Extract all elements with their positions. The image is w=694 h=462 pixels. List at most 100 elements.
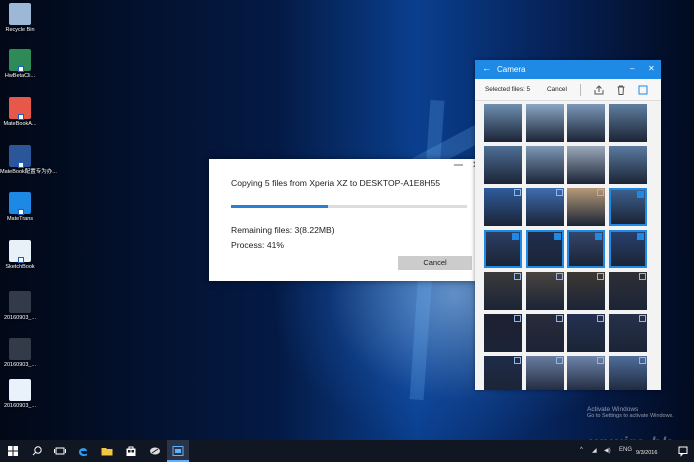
process-percent-text: Process: 41% [231, 240, 285, 250]
photo-thumbnail[interactable] [567, 188, 605, 226]
checked-checkbox-icon[interactable] [595, 233, 602, 240]
share-icon[interactable] [593, 84, 605, 96]
desktop-icon-label: MateBook配置专为办... [0, 169, 57, 175]
photo-thumbnail[interactable] [484, 230, 522, 268]
checkbox-icon[interactable] [597, 357, 604, 364]
app-icon[interactable] [148, 444, 162, 458]
clock[interactable]: 9/3/2016 [636, 443, 657, 457]
checkbox-icon[interactable] [514, 357, 521, 364]
checkbox-icon[interactable] [638, 273, 646, 280]
back-arrow-icon[interactable]: ← [482, 63, 491, 73]
desktop-icon-label: Recycle Bin [5, 27, 35, 33]
notifications-icon[interactable] [676, 444, 690, 458]
desktop-icon[interactable]: 20160903_... [0, 291, 40, 322]
shortcut-arrow-icon [18, 209, 24, 215]
desktop-icon-label: 20160903_... [3, 362, 37, 368]
word-document-icon [9, 145, 31, 168]
copy-progress-dialog: ✕ Copying 5 files from Xperia XZ to DESK… [209, 159, 484, 281]
photo-thumbnail[interactable] [525, 104, 564, 142]
minimize-icon[interactable] [452, 159, 466, 169]
photo-thumbnail[interactable] [567, 314, 605, 352]
checkbox-icon[interactable] [555, 189, 563, 196]
photo-thumbnail[interactable] [567, 146, 605, 184]
photo-thumbnail[interactable] [484, 272, 522, 310]
photo-thumbnail[interactable] [484, 356, 522, 390]
shortcut-arrow-icon [18, 66, 24, 72]
photo-thumbnail[interactable] [567, 104, 605, 142]
cancel-button[interactable]: Cancel [398, 256, 472, 270]
search-icon[interactable] [30, 444, 44, 458]
edge-browser-icon[interactable] [76, 444, 90, 458]
tray-expand-icon[interactable]: ^ [580, 447, 583, 453]
photo-thumbnail[interactable] [608, 314, 647, 352]
delete-icon[interactable] [615, 84, 627, 96]
checkbox-icon[interactable] [514, 315, 521, 322]
photo-thumbnail[interactable] [525, 356, 564, 390]
cancel-selection-button[interactable]: Cancel [547, 86, 567, 93]
photo-thumbnail[interactable] [608, 230, 647, 268]
volume-icon[interactable]: ◀) [604, 447, 611, 454]
xperia-transfer-app-icon[interactable] [171, 444, 185, 458]
desktop-icon[interactable]: MateTrans [0, 192, 40, 223]
window-title: Camera [497, 65, 526, 74]
desktop-icon[interactable]: MateBookA... [0, 97, 40, 128]
checkbox-icon[interactable] [555, 273, 563, 280]
app-icon [9, 192, 31, 215]
recycle-bin-icon [9, 3, 31, 25]
task-view-icon[interactable] [53, 444, 67, 458]
photo-thumbnail[interactable] [484, 146, 522, 184]
photo-thumbnail[interactable] [567, 356, 605, 390]
photo-thumbnail[interactable] [567, 230, 605, 268]
select-all-icon[interactable] [637, 84, 649, 96]
checkbox-icon[interactable] [514, 189, 521, 196]
checked-checkbox-icon[interactable] [636, 191, 644, 198]
photo-thumbnail[interactable] [567, 272, 605, 310]
checkbox-icon[interactable] [514, 273, 521, 280]
photo-thumbnail[interactable] [525, 188, 564, 226]
checkbox-icon[interactable] [597, 315, 604, 322]
desktop-icon[interactable]: HwBetaCli... [0, 49, 40, 80]
minimize-icon[interactable]: – [630, 64, 634, 73]
activate-title: Activate Windows [587, 406, 639, 413]
photo-thumbnail[interactable] [484, 314, 522, 352]
checkbox-icon[interactable] [555, 357, 563, 364]
photo-thumbnail[interactable] [608, 356, 647, 390]
photo-thumbnail[interactable] [484, 188, 522, 226]
progress-bar [231, 205, 467, 208]
photo-thumbnail[interactable] [525, 146, 564, 184]
checkbox-icon[interactable] [638, 357, 646, 364]
checkbox-icon[interactable] [555, 315, 563, 322]
store-icon[interactable] [124, 444, 138, 458]
desktop-icon-label: 20160903_... [3, 315, 37, 321]
close-icon[interactable]: ✕ [648, 64, 655, 73]
checked-checkbox-icon[interactable] [636, 233, 644, 240]
desktop-icon[interactable]: 20160903_... [0, 379, 40, 410]
photo-thumbnail[interactable] [608, 272, 647, 310]
file-explorer-icon[interactable] [100, 444, 114, 458]
checked-checkbox-icon[interactable] [512, 233, 519, 240]
language-indicator[interactable]: ENG [619, 447, 632, 453]
shortcut-arrow-icon [18, 114, 24, 120]
photo-thumbnail[interactable] [525, 230, 564, 268]
network-icon[interactable]: ◢ [592, 447, 597, 454]
desktop-icon[interactable]: MateBook配置专为办... [0, 145, 57, 176]
checkbox-icon[interactable] [638, 315, 646, 322]
checkbox-icon[interactable] [597, 189, 604, 196]
desktop-icon[interactable]: Recycle Bin [0, 3, 40, 34]
camera-window: ← Camera – ✕ Selected files: 5 Cancel [475, 60, 661, 390]
photo-thumbnail[interactable] [608, 146, 647, 184]
progress-fill [231, 205, 328, 208]
checked-checkbox-icon[interactable] [553, 233, 561, 240]
camera-titlebar: ← Camera – ✕ [475, 60, 661, 79]
desktop-icon[interactable]: 20160903_... [0, 338, 40, 369]
dialog-title: Copying 5 files from Xperia XZ to DESKTO… [231, 178, 441, 188]
windows-start-icon[interactable] [6, 444, 20, 458]
photo-thumbnail[interactable] [525, 314, 564, 352]
photo-thumbnail[interactable] [608, 188, 647, 226]
checkbox-icon[interactable] [597, 273, 604, 280]
desktop-icon[interactable]: SketchBook [0, 240, 40, 271]
photo-thumbnail[interactable] [525, 272, 564, 310]
photo-thumbnail[interactable] [608, 104, 647, 142]
photo-thumbnail[interactable] [484, 104, 522, 142]
desktop-icon-label: HwBetaCli... [4, 73, 36, 79]
